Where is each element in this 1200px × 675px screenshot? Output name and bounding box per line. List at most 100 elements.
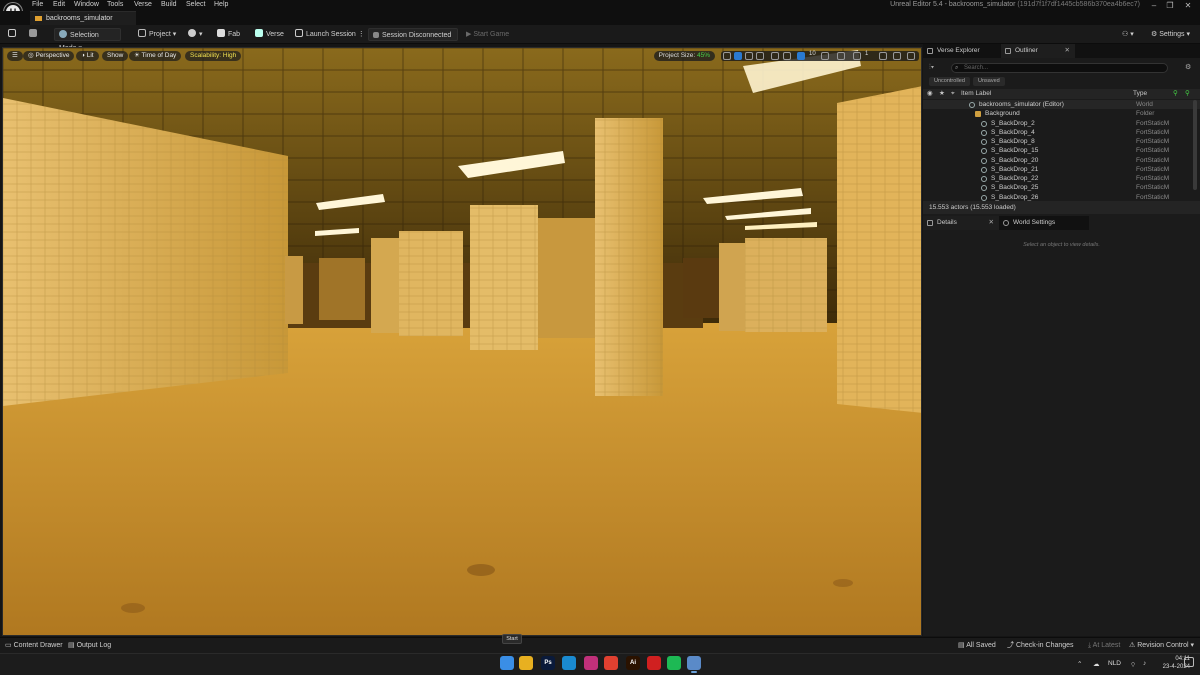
document-tab[interactable]: backrooms_simulator <box>30 11 136 25</box>
time-of-day-button[interactable]: ☀ Time of Day <box>129 51 182 61</box>
revision-control-button[interactable]: ⚠ Revision Control ▾ <box>1129 641 1194 650</box>
close-details-icon[interactable]: ✕ <box>989 216 994 230</box>
volume-icon[interactable]: ♪ <box>1143 660 1146 667</box>
level-viewport[interactable]: ☰ ◎ Perspective ◑ Lit Show ☀ Time of Day… <box>2 47 922 636</box>
minimize-icon[interactable]: – <box>1146 0 1162 11</box>
outliner-row-actor[interactable]: S_BackDrop_4 FortStaticM <box>923 128 1200 137</box>
static-mesh-icon <box>981 176 987 182</box>
add-actor-button[interactable]: ▾ <box>184 28 207 41</box>
camera-speed-icon[interactable] <box>853 52 861 60</box>
grid-snap-value[interactable]: 10 <box>809 51 816 57</box>
menu-edit[interactable]: Edit <box>53 1 65 8</box>
tray-language[interactable]: NLD <box>1108 660 1121 667</box>
document-tab-row <box>0 11 1200 25</box>
outliner-row-actor[interactable]: S_BackDrop_20 FortStaticM <box>923 156 1200 165</box>
menu-window[interactable]: Window <box>74 1 99 8</box>
visibility-column-icon[interactable]: ◉ <box>927 89 933 99</box>
outliner-row-actor[interactable]: S_BackDrop_8 FortStaticM <box>923 137 1200 146</box>
scale-snap-icon[interactable] <box>837 52 845 60</box>
filter-icon[interactable]: ⫶▾ <box>929 64 934 72</box>
tray-chevron-icon[interactable]: ⌃ <box>1077 660 1082 668</box>
close-tab-icon[interactable]: ✕ <box>1065 44 1070 58</box>
outliner-row-actor[interactable]: S_BackDrop_21 FortStaticM <box>923 165 1200 174</box>
menu-tools[interactable]: Tools <box>107 1 123 8</box>
grid-snap-icon[interactable] <box>797 52 805 60</box>
outliner-settings-icon[interactable]: ⚙ <box>1185 63 1191 71</box>
tab-details[interactable]: Details ✕ <box>923 216 999 230</box>
tab-outliner[interactable]: Outliner ✕ <box>1001 44 1075 58</box>
menu-select[interactable]: Select <box>186 1 205 8</box>
show-button[interactable]: Show <box>102 51 129 61</box>
settings-button[interactable]: ⚙ Settings ▾ <box>1147 28 1194 41</box>
add-actor-icon[interactable]: ⚲ <box>1185 89 1190 99</box>
content-drawer-button[interactable]: ▭ Content Drawer <box>5 641 63 650</box>
taskbar-start-icon[interactable] <box>500 656 514 670</box>
launch-session-button[interactable]: Launch Session ⋮ <box>291 28 369 41</box>
at-latest-button[interactable]: ⤓ At Latest <box>1088 641 1120 650</box>
add-filter-icon[interactable]: ⚲ <box>1173 89 1178 99</box>
outliner-row-actor[interactable]: S_BackDrop_22 FortStaticM <box>923 174 1200 183</box>
taskbar-edge-icon[interactable] <box>562 656 576 670</box>
wifi-icon[interactable]: ⌔ <box>1130 660 1136 669</box>
fab-button[interactable]: Fab <box>213 28 244 41</box>
world-space-icon[interactable] <box>771 52 779 60</box>
tab-verse-explorer[interactable]: Verse Explorer <box>923 44 1001 58</box>
scale-tool-icon[interactable] <box>756 52 764 60</box>
outliner-search-input[interactable]: ⌕ Search... <box>951 63 1168 73</box>
menu-file[interactable]: File <box>32 1 43 8</box>
selection-mode-button[interactable]: Selection Mode ▾ <box>54 28 121 52</box>
verse-button[interactable]: Verse <box>251 28 288 41</box>
project-button[interactable]: Project ▾ <box>134 28 180 41</box>
menu-help[interactable]: Help <box>214 1 228 8</box>
lock-column-icon[interactable]: ⌖ <box>951 89 955 99</box>
taskbar-unreal-icon[interactable] <box>687 656 701 673</box>
taskbar-file-explorer-icon[interactable] <box>519 656 533 670</box>
checkin-changes-button[interactable]: ⤴ Check-in Changes <box>1007 641 1074 650</box>
maximize-icon[interactable]: ❐ <box>1162 0 1178 11</box>
chip-unsaved[interactable]: Unsaved <box>973 77 1005 86</box>
tab-world-settings[interactable]: World Settings <box>999 216 1089 230</box>
outliner-row-actor[interactable]: S_BackDrop_15 FortStaticM <box>923 146 1200 155</box>
close-icon[interactable]: ✕ <box>1180 0 1196 11</box>
taskbar-spotify-icon[interactable] <box>667 656 681 670</box>
rotation-snap-icon[interactable] <box>821 52 829 60</box>
start-game-button[interactable]: ▶ Start Game <box>462 28 513 41</box>
collab-icon[interactable]: ⚇ ▾ <box>1118 28 1138 41</box>
col-type[interactable]: Type <box>1133 89 1147 99</box>
camera-speed-value[interactable]: 1 <box>865 51 868 57</box>
surface-snap-icon[interactable] <box>783 52 791 60</box>
menu-verse[interactable]: Verse <box>134 1 152 8</box>
taskbar-illustrator-icon[interactable]: Ai <box>626 656 640 670</box>
select-tool-icon[interactable] <box>723 52 731 60</box>
perspective-button[interactable]: ◎ Perspective <box>23 51 75 61</box>
save-icon[interactable] <box>4 28 23 41</box>
outliner-scrollbar[interactable] <box>1193 100 1197 190</box>
layout-icon[interactable] <box>893 52 901 60</box>
content-browser-icon[interactable] <box>25 28 44 41</box>
chip-uncontrolled[interactable]: Uncontrolled <box>929 77 970 86</box>
lit-button[interactable]: ◑ Lit <box>76 51 99 61</box>
tray-network-icon[interactable]: ☁ <box>1093 660 1100 668</box>
taskbar-instagram-icon[interactable] <box>584 656 598 670</box>
maximize-viewport-icon[interactable] <box>907 52 915 60</box>
pin-column-icon[interactable]: ★ <box>939 89 945 99</box>
outliner-row-world[interactable]: backrooms_simulator (Editor) World <box>923 100 1200 110</box>
output-log-button[interactable]: ▤ Output Log <box>68 641 111 650</box>
outliner-row-actor[interactable]: S_BackDrop_2 FortStaticM <box>923 119 1200 128</box>
outliner-row-actor[interactable]: S_BackDrop_25 FortStaticM <box>923 183 1200 192</box>
viewport-options-icon[interactable]: ☰ <box>7 51 23 61</box>
session-status-button[interactable]: Session Disconnected <box>368 28 458 41</box>
rotate-tool-icon[interactable] <box>745 52 753 60</box>
translate-tool-icon[interactable] <box>734 52 742 60</box>
taskbar-chrome-icon[interactable] <box>604 656 618 670</box>
scalability-button[interactable]: Scalability: High <box>185 51 242 61</box>
notification-icon[interactable] <box>1184 657 1194 667</box>
taskbar-bolt-icon[interactable] <box>647 656 661 670</box>
visibility-icon[interactable] <box>879 52 887 60</box>
col-item-label[interactable]: Item Label <box>961 89 991 99</box>
taskbar-photoshop-icon[interactable]: Ps <box>541 656 555 670</box>
outliner-row-folder[interactable]: Background Folder <box>923 109 1200 118</box>
row-label: S_BackDrop_20 <box>991 156 1039 164</box>
menu-build[interactable]: Build <box>161 1 177 8</box>
all-saved-button[interactable]: ▤ All Saved <box>958 641 996 650</box>
